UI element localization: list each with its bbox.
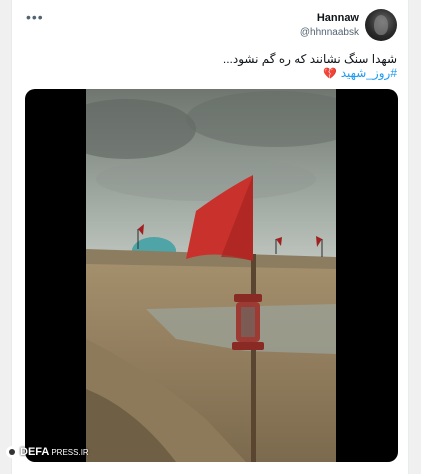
broken-heart-icon: 💔 — [323, 67, 337, 80]
tweet-hashtag-line: #روز_شهید 💔 — [323, 66, 397, 80]
tweet-media-video[interactable] — [25, 89, 398, 462]
defapress-watermark: DEFA PRESS.IR — [6, 446, 89, 458]
watermark-suffix: PRESS.IR — [51, 447, 89, 457]
video-frame-image — [86, 89, 336, 462]
watermark-brand: DEFA — [20, 446, 50, 458]
defa-logo-icon — [6, 446, 18, 458]
hashtag-link[interactable]: #روز_شهید — [341, 66, 397, 80]
avatar[interactable] — [365, 9, 397, 41]
more-options-icon[interactable]: ••• — [26, 10, 44, 24]
user-handle[interactable]: @hhnnaabsk — [300, 27, 359, 38]
tweet-card: ••• Hannaw @hhnnaabsk شهدا سنگ نشانند که… — [11, 0, 409, 474]
display-name[interactable]: Hannaw — [317, 12, 359, 24]
tweet-text: شهدا سنگ نشانند که ره گم نشود... — [222, 52, 397, 66]
